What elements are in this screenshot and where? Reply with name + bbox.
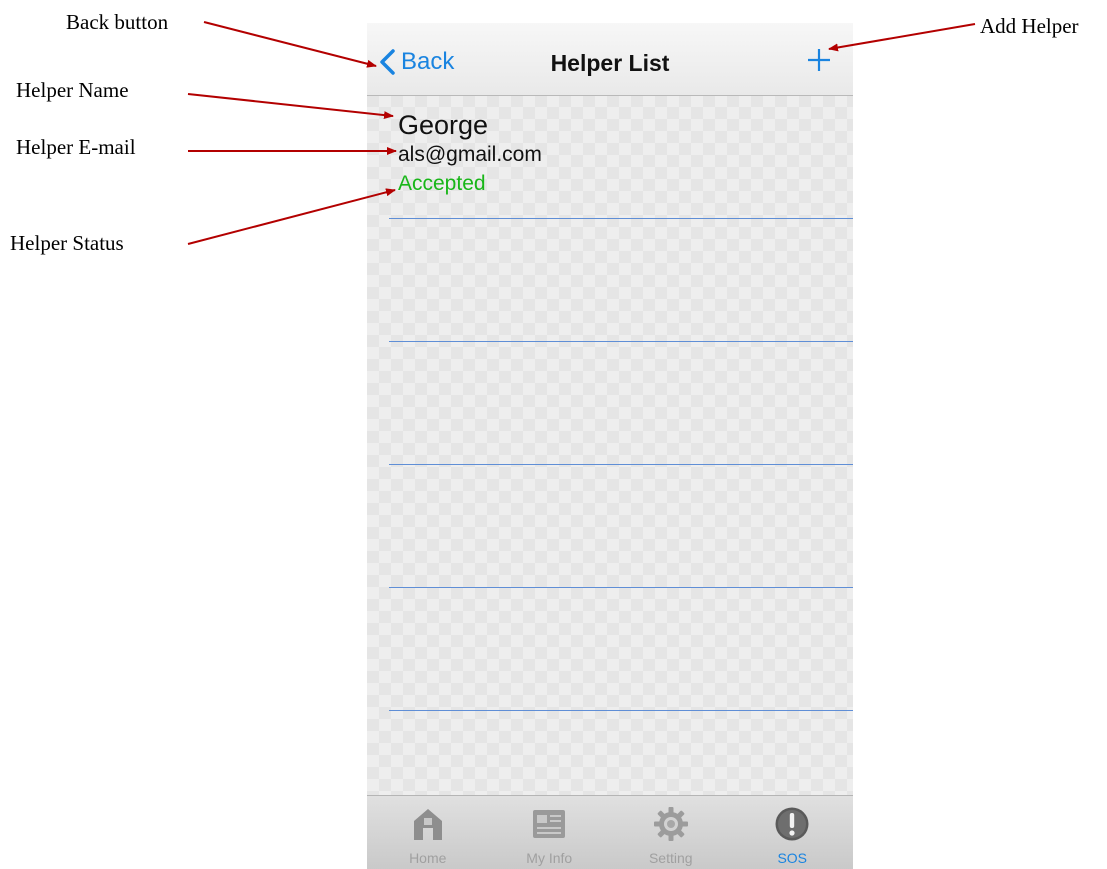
- tab-home[interactable]: Home: [367, 796, 489, 869]
- callout-helper-email: Helper E-mail: [16, 135, 136, 159]
- tab-label: SOS: [777, 850, 808, 866]
- add-helper-button[interactable]: [807, 48, 831, 72]
- tab-my-info[interactable]: My Info: [489, 796, 611, 869]
- helper-email: als@gmail.com: [398, 143, 542, 166]
- helper-status: Accepted: [398, 172, 486, 195]
- phone-screen: Back Helper List George als@gmail.com Ac…: [367, 23, 853, 869]
- helper-list: George als@gmail.com Accepted: [367, 96, 853, 711]
- empty-list-row: [389, 588, 853, 711]
- document-icon: [529, 806, 569, 842]
- tab-setting[interactable]: Setting: [610, 796, 732, 869]
- arrow-back-button: [203, 21, 377, 68]
- callout-back-button: Back button: [66, 10, 169, 34]
- callout-helper-status: Helper Status: [10, 231, 124, 255]
- tab-label: My Info: [526, 850, 573, 866]
- home-icon: [408, 806, 448, 842]
- empty-list-row: [389, 342, 853, 465]
- arrow-helper-status: [187, 188, 396, 245]
- alert-icon: [772, 806, 812, 842]
- tab-bar: Home My Info Setting SOS: [367, 795, 853, 869]
- tab-label: Home: [409, 850, 447, 866]
- empty-list-row: [389, 465, 853, 588]
- helper-row[interactable]: George als@gmail.com Accepted: [389, 96, 853, 219]
- tab-label: Setting: [648, 850, 693, 866]
- gear-icon: [651, 806, 691, 842]
- callout-helper-name: Helper Name: [16, 78, 129, 102]
- arrow-helper-name: [187, 93, 394, 120]
- navigation-bar: Back Helper List: [367, 23, 853, 96]
- page-title: Helper List: [550, 50, 670, 76]
- empty-list-row: [389, 219, 853, 342]
- tab-sos[interactable]: SOS: [732, 796, 854, 869]
- helper-name: George: [398, 110, 489, 140]
- callout-add-helper: Add Helper: [980, 14, 1079, 38]
- plus-icon: [808, 49, 830, 71]
